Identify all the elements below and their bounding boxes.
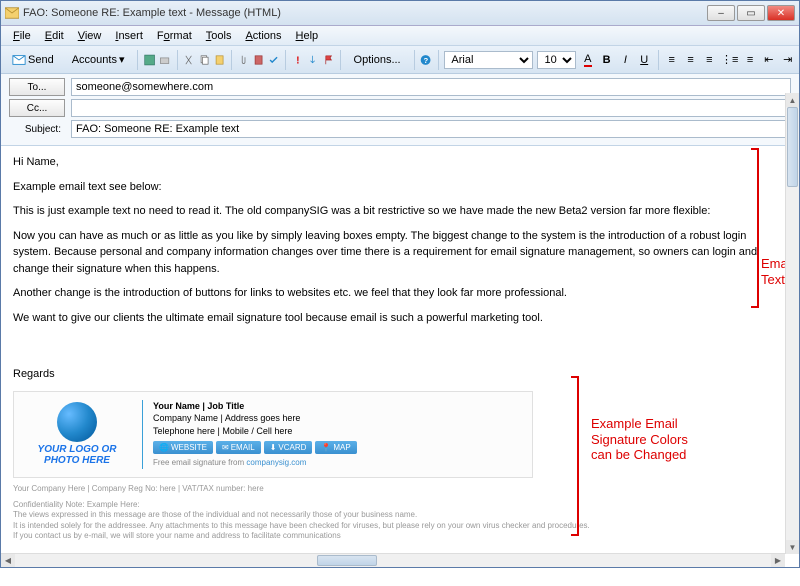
- scroll-right-arrow[interactable]: ▶: [771, 554, 785, 567]
- subject-label: Subject:: [9, 124, 65, 135]
- help-icon[interactable]: ?: [420, 53, 431, 67]
- scroll-down-arrow[interactable]: ▼: [786, 540, 799, 554]
- menu-edit[interactable]: Edit: [39, 28, 70, 44]
- subject-field[interactable]: [71, 120, 791, 138]
- menubar: File Edit View Insert Format Tools Actio…: [1, 26, 799, 46]
- annotation-bracket-1: [751, 148, 759, 308]
- menu-format[interactable]: Format: [151, 28, 198, 44]
- app-icon: [5, 6, 19, 20]
- align-center-button[interactable]: ≡: [683, 51, 698, 69]
- print-icon[interactable]: [159, 53, 170, 67]
- increase-indent-button[interactable]: ⇥: [780, 51, 795, 69]
- send-icon: [12, 53, 26, 67]
- sig-vcard-button[interactable]: ⬇ VCARD: [264, 441, 313, 454]
- horizontal-scrollbar[interactable]: ◀ ▶: [1, 553, 785, 567]
- menu-actions[interactable]: Actions: [239, 28, 287, 44]
- to-button[interactable]: To...: [9, 78, 65, 96]
- window-title: FAO: Someone RE: Example text - Message …: [23, 7, 707, 19]
- sig-phone-line: Telephone here | Mobile / Cell here: [153, 425, 357, 438]
- importance-high-icon[interactable]: !: [292, 53, 303, 67]
- font-color-button[interactable]: A: [580, 51, 595, 69]
- annotation-bracket-2: [571, 376, 579, 536]
- menu-help[interactable]: Help: [290, 28, 325, 44]
- svg-text:!: !: [296, 55, 299, 66]
- signature-info: Your Name | Job Title Company Name | Add…: [153, 400, 357, 469]
- body-p2: This is just example text no need to rea…: [13, 203, 787, 220]
- signature-block: YOUR LOGO OR PHOTO HERE Your Name | Job …: [13, 391, 533, 478]
- attach-icon[interactable]: [238, 53, 249, 67]
- importance-low-icon[interactable]: [307, 53, 318, 67]
- bold-button[interactable]: B: [599, 51, 614, 69]
- paste-icon[interactable]: [214, 53, 225, 67]
- menu-view[interactable]: View: [72, 28, 108, 44]
- footer-disclaimer: Your Company Here | Company Reg No: here…: [13, 484, 787, 542]
- bullets-button[interactable]: ⋮≡: [721, 51, 739, 69]
- logo-placeholder-text: YOUR LOGO OR PHOTO HERE: [22, 444, 132, 466]
- globe-icon: [57, 402, 97, 442]
- addressbook-icon[interactable]: [253, 53, 264, 67]
- sig-name-line: Your Name | Job Title: [153, 400, 357, 413]
- companysig-link[interactable]: companysig.com: [246, 458, 306, 467]
- decrease-indent-button[interactable]: ⇤: [762, 51, 777, 69]
- accounts-button[interactable]: Accounts▾: [65, 50, 132, 69]
- copy-icon[interactable]: [199, 53, 210, 67]
- menu-insert[interactable]: Insert: [109, 28, 149, 44]
- signature-logo: YOUR LOGO OR PHOTO HERE: [22, 400, 132, 469]
- body-greeting: Hi Name,: [13, 154, 787, 171]
- align-right-button[interactable]: ≡: [702, 51, 717, 69]
- menu-file[interactable]: File: [7, 28, 37, 44]
- align-left-button[interactable]: ≡: [664, 51, 679, 69]
- options-button[interactable]: Options...: [347, 51, 408, 69]
- flag-icon[interactable]: [323, 53, 334, 67]
- body-p3: Now you can have as much or as little as…: [13, 228, 787, 278]
- sig-map-button[interactable]: 📍 MAP: [315, 441, 356, 454]
- numbering-button[interactable]: ≡: [743, 51, 758, 69]
- check-names-icon[interactable]: [268, 53, 279, 67]
- body-p1: Example email text see below:: [13, 179, 787, 196]
- message-headers: To... Cc... Subject:: [1, 74, 799, 146]
- annotation-signature-text: Example Email Signature Colors can be Ch…: [591, 416, 711, 463]
- minimize-button[interactable]: –: [707, 5, 735, 21]
- sig-company-line: Company Name | Address goes here: [153, 412, 357, 425]
- sig-free-text: Free email signature from companysig.com: [153, 457, 357, 468]
- toolbar: Send Accounts▾ ! Options... ? Arial 10 A…: [1, 46, 799, 74]
- svg-text:?: ?: [424, 55, 429, 64]
- sig-website-button[interactable]: 🌐 WEBSITE: [153, 441, 213, 454]
- menu-tools[interactable]: Tools: [200, 28, 238, 44]
- scroll-left-arrow[interactable]: ◀: [1, 554, 15, 567]
- body-p5: We want to give our clients the ultimate…: [13, 310, 787, 327]
- vertical-scrollbar[interactable]: ▲ ▼: [785, 93, 799, 554]
- message-body[interactable]: Hi Name, Example email text see below: T…: [1, 146, 799, 586]
- font-select[interactable]: Arial: [444, 51, 533, 69]
- sig-email-button[interactable]: ✉ EMAIL: [216, 441, 261, 454]
- maximize-button[interactable]: ▭: [737, 5, 765, 21]
- cc-button[interactable]: Cc...: [9, 99, 65, 117]
- cc-field[interactable]: [71, 99, 791, 117]
- send-button[interactable]: Send: [5, 50, 61, 70]
- body-p4: Another change is the introduction of bu…: [13, 285, 787, 302]
- scroll-thumb-h[interactable]: [317, 555, 377, 566]
- italic-button[interactable]: I: [618, 51, 633, 69]
- save-icon[interactable]: [144, 53, 155, 67]
- body-regards: Regards: [13, 366, 787, 383]
- titlebar: FAO: Someone RE: Example text - Message …: [1, 1, 799, 26]
- scroll-thumb-v[interactable]: [787, 107, 798, 187]
- cut-icon[interactable]: [183, 53, 194, 67]
- close-button[interactable]: ✕: [767, 5, 795, 21]
- to-field[interactable]: [71, 78, 791, 96]
- fontsize-select[interactable]: 10: [537, 51, 576, 69]
- scroll-up-arrow[interactable]: ▲: [786, 93, 799, 107]
- underline-button[interactable]: U: [637, 51, 652, 69]
